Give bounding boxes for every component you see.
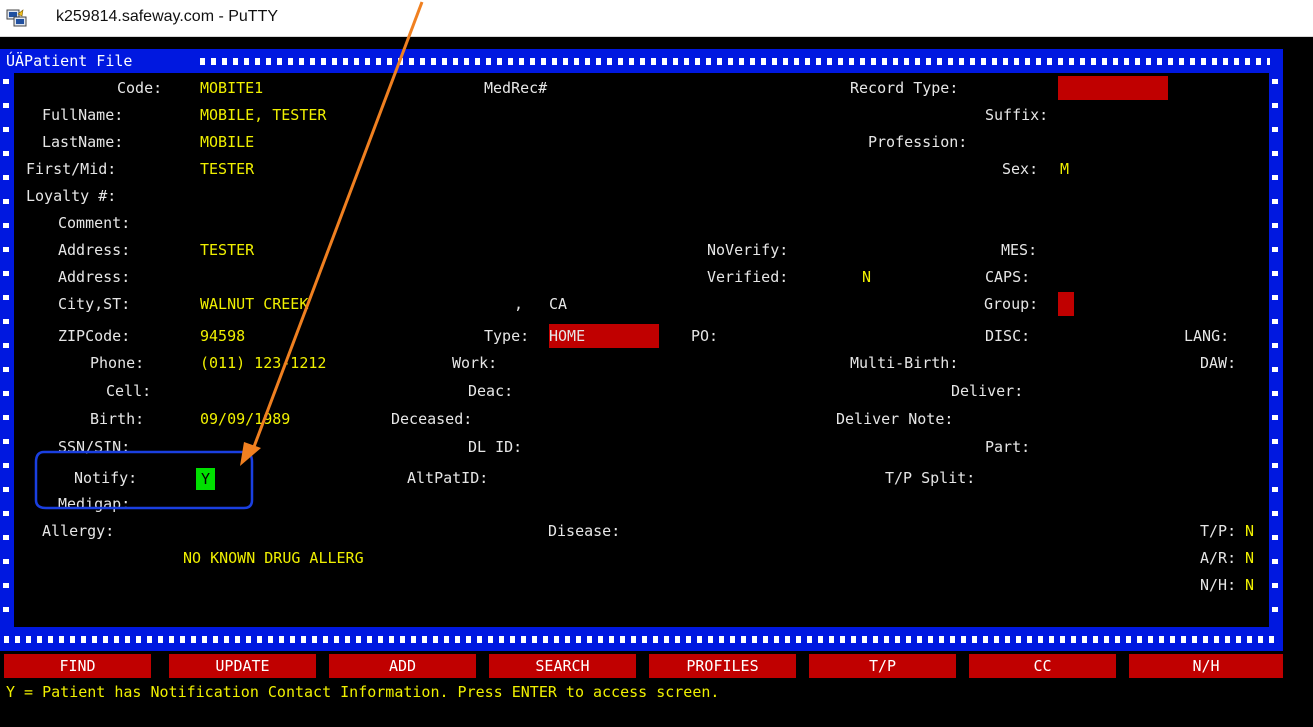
annotation-overlay (34, 1, 424, 510)
annotation-highlight-box (34, 450, 254, 510)
annotation-arrow-head (240, 442, 261, 466)
annotation-arrow-line (250, 1, 424, 453)
